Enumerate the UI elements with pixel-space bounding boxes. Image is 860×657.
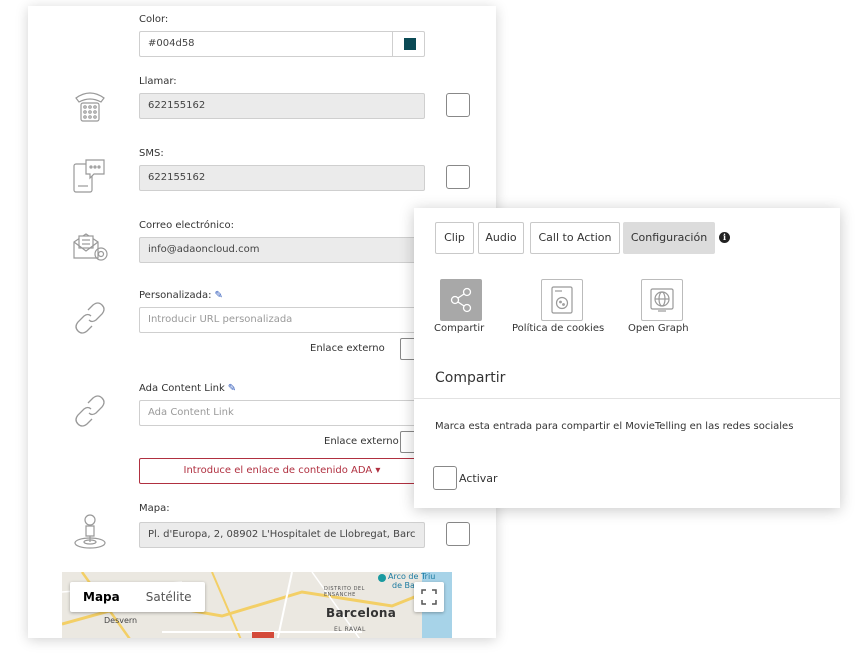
custom-url-input[interactable]: Introducir URL personalizada <box>139 307 425 333</box>
color-input[interactable]: #004d58 <box>139 31 425 57</box>
map-landmark-label: Arco de Triu <box>388 572 436 581</box>
activate-label: Activar <box>459 472 498 485</box>
link-icon <box>68 389 112 433</box>
ada-link-input[interactable]: Ada Content Link <box>139 400 425 426</box>
map-place-label: Desvern <box>104 616 138 625</box>
tab-call-to-action[interactable]: Call to Action <box>530 222 620 254</box>
cookies-option-label: Política de cookies <box>512 323 605 334</box>
activate-checkbox[interactable] <box>433 466 457 490</box>
share-icon <box>450 287 472 313</box>
edit-pencil-icon[interactable]: ✎ <box>228 383 236 394</box>
tab-clip[interactable]: Clip <box>435 222 474 254</box>
call-checkbox[interactable] <box>446 93 470 117</box>
cookie-document-icon <box>551 286 573 314</box>
call-label: Llamar: <box>139 76 177 87</box>
sms-checkbox[interactable] <box>446 165 470 189</box>
email-icon <box>68 224 112 268</box>
map-view[interactable]: Mapa Satélite Desvern DISTRITO DEL ENSAN… <box>62 572 452 638</box>
open-graph-option-label: Open Graph <box>628 323 689 334</box>
external-link-label: Enlace externo <box>324 436 399 447</box>
map-checkbox[interactable] <box>446 522 470 546</box>
cookies-option-button[interactable] <box>541 279 583 321</box>
tab-audio[interactable]: Audio <box>478 222 524 254</box>
ada-content-dropdown-button[interactable]: Introduce el enlace de contenido ADA ▾ <box>139 458 425 484</box>
map-district-label: EL RAVAL <box>334 626 366 633</box>
color-swatch <box>404 38 416 50</box>
map-mode-button[interactable]: Mapa <box>70 582 133 612</box>
fullscreen-button[interactable] <box>414 582 444 612</box>
info-icon[interactable]: i <box>719 232 730 243</box>
section-title: Compartir <box>435 370 506 386</box>
open-graph-option-button[interactable] <box>641 279 683 321</box>
share-option-button[interactable] <box>440 279 482 321</box>
satellite-mode-button[interactable]: Satélite <box>133 582 205 612</box>
color-picker-button[interactable] <box>392 31 425 57</box>
map-city-label: Barcelona <box>326 606 397 620</box>
map-type-toggle[interactable]: Mapa Satélite <box>70 582 205 612</box>
email-input[interactable]: info@adaoncloud.com <box>139 237 425 263</box>
link-icon <box>68 296 112 340</box>
globe-icon <box>650 288 674 312</box>
ada-link-label: Ada Content Link ✎ <box>139 383 237 394</box>
map-landmark-label: de Ba <box>392 581 415 590</box>
sms-input[interactable]: 622155162 <box>139 165 425 191</box>
external-link-label: Enlace externo <box>310 343 385 354</box>
fullscreen-icon <box>421 589 437 605</box>
edit-pencil-icon[interactable]: ✎ <box>215 290 223 301</box>
share-option-label: Compartir <box>434 323 485 334</box>
map-label: Mapa: <box>139 503 170 514</box>
map-address-input[interactable]: Pl. d'Europa, 2, 08902 L'Hospitalet de L… <box>139 522 425 548</box>
divider <box>414 398 840 399</box>
sms-label: SMS: <box>139 148 164 159</box>
email-label: Correo electrónico: <box>139 220 234 231</box>
section-description: Marca esta entrada para compartir el Mov… <box>435 421 794 432</box>
color-label: Color: <box>139 14 169 25</box>
map-pin-icon <box>68 510 112 554</box>
call-input[interactable]: 622155162 <box>139 93 425 119</box>
custom-label: Personalizada: ✎ <box>139 290 223 301</box>
configuration-panel: Clip Audio Call to Action Configuración … <box>414 208 840 508</box>
phone-icon <box>68 84 112 128</box>
sms-icon <box>68 154 112 198</box>
map-district-label: DISTRITO DEL ENSANCHE <box>324 586 365 598</box>
tab-configuracion[interactable]: Configuración <box>623 222 715 254</box>
